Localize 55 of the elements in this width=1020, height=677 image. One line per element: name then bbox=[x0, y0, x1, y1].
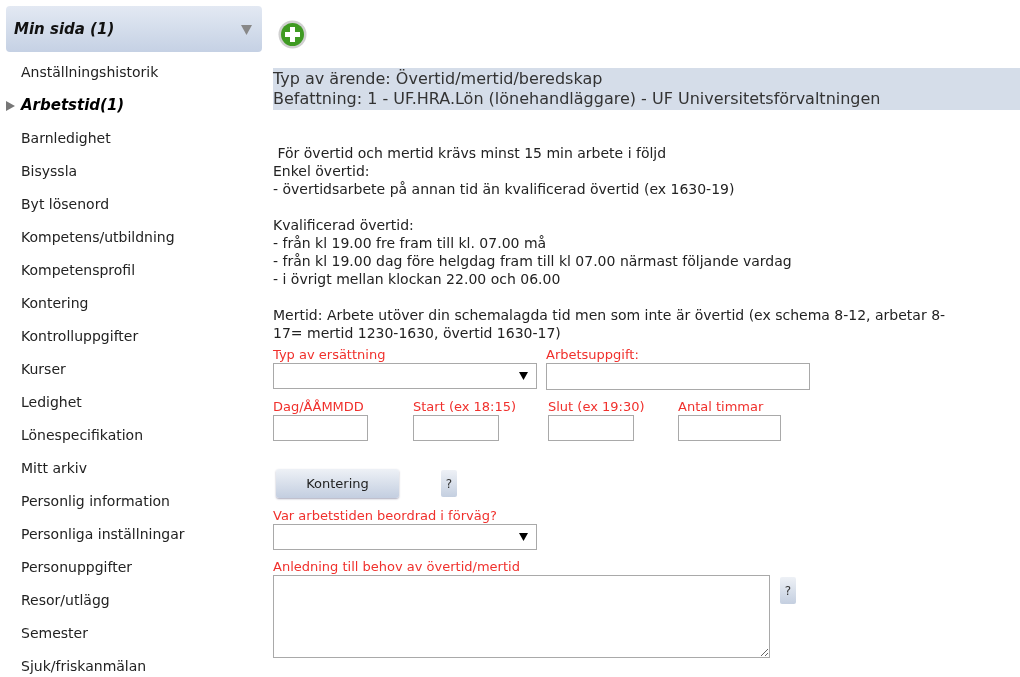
text-field[interactable] bbox=[548, 415, 634, 441]
sidebar-item[interactable]: Ledighet bbox=[21, 392, 82, 413]
field-label: Var arbetstiden beordrad i förväg? bbox=[273, 508, 498, 524]
field-label: Dag/ÅÅMMDD bbox=[273, 399, 365, 415]
sidebar-item[interactable]: Arbetstid(1) bbox=[21, 94, 125, 117]
sidebar-header[interactable]: Min sida (1) bbox=[6, 6, 262, 52]
sidebar-item[interactable]: Resor/utlägg bbox=[21, 590, 110, 611]
instruction-text: - från kl 19.00 dag före helgdag fram till kl 07.00 närmast följande vardag bbox=[273, 252, 793, 270]
sidebar-item[interactable]: Lönespecifikation bbox=[21, 425, 144, 446]
field-label: Anledning till behov av övertid/mertid bbox=[273, 559, 521, 575]
sidebar-item[interactable]: Byt lösenord bbox=[21, 194, 110, 215]
sidebar-item[interactable]: Kompetensprofil bbox=[21, 260, 136, 281]
field-label: Typ av ersättning bbox=[273, 347, 387, 363]
instruction-text: - i övrigt mellan klockan 22.00 och 06.00 bbox=[273, 270, 562, 288]
text-field[interactable] bbox=[413, 415, 499, 441]
text-field[interactable] bbox=[273, 415, 368, 441]
instruction-text: - från kl 19.00 fre fram till kl. 07.00 må bbox=[273, 234, 548, 252]
field-label: Slut (ex 19:30) bbox=[548, 399, 646, 415]
header-line: Befattning: 1 - UF.HRA.Lön (lönehandläggare) - UF Universitetsförvaltningen bbox=[273, 89, 882, 109]
sidebar-item[interactable]: Mitt arkiv bbox=[21, 458, 87, 479]
sidebar-item[interactable]: Sjuk/friskanmälan bbox=[21, 656, 147, 677]
add-icon[interactable] bbox=[278, 20, 307, 49]
sidebar-item[interactable]: Kontrolluppgifter bbox=[21, 326, 139, 347]
sidebar-item[interactable]: Anställningshistorik bbox=[21, 62, 159, 83]
help-button[interactable]: ? bbox=[780, 577, 796, 604]
text-field[interactable] bbox=[678, 415, 781, 441]
kontering-button[interactable]: Kontering bbox=[276, 469, 399, 498]
dropdown-caret-icon bbox=[519, 372, 528, 380]
field-label: Start (ex 18:15) bbox=[413, 399, 518, 415]
sidebar-item[interactable]: Barnledighet bbox=[21, 128, 111, 149]
current-item-icon bbox=[6, 100, 15, 111]
sidebar-item[interactable]: Personuppgifter bbox=[21, 557, 132, 578]
sidebar-item[interactable]: Kurser bbox=[21, 359, 66, 380]
field-label: Arbetsuppgift: bbox=[546, 347, 640, 363]
instruction-text: Kvalificerad övertid: bbox=[273, 216, 415, 234]
dropdown-field[interactable] bbox=[273, 363, 537, 389]
reason-textarea[interactable] bbox=[273, 575, 770, 658]
instruction-text: Mertid: Arbete utöver din schemalagda tid men som inte är övertid (ex schema 8-12, arbetar 8-17= mertid 1230-1630, övertid 1630-17) bbox=[273, 306, 947, 342]
sidebar-item[interactable]: Personlig information bbox=[21, 491, 170, 512]
text-field[interactable] bbox=[546, 363, 810, 390]
sidebar-item[interactable]: Kontering bbox=[21, 293, 89, 314]
collapse-caret-icon[interactable] bbox=[241, 23, 252, 35]
instruction-text: Enkel övertid: bbox=[273, 162, 371, 180]
dropdown-field[interactable] bbox=[273, 524, 537, 550]
dropdown-caret-icon bbox=[519, 533, 528, 541]
field-label: Antal timmar bbox=[678, 399, 765, 415]
sidebar-item[interactable]: Personliga inställningar bbox=[21, 524, 185, 545]
instruction-text: - övertidsarbete på annan tid än kvalificerad övertid (ex 1630-19) bbox=[273, 180, 736, 198]
header-line: Typ av ärende: Övertid/mertid/beredskap bbox=[273, 69, 604, 89]
help-button[interactable]: ? bbox=[441, 470, 457, 497]
sidebar-item[interactable]: Kompetens/utbildning bbox=[21, 227, 175, 248]
sidebar-title: Min sida (1) bbox=[14, 18, 115, 40]
sidebar-item[interactable]: Bisyssla bbox=[21, 161, 78, 182]
instruction-text: För övertid och mertid krävs minst 15 min arbete i följd bbox=[276, 144, 668, 162]
sidebar-item[interactable]: Semester bbox=[21, 623, 88, 644]
